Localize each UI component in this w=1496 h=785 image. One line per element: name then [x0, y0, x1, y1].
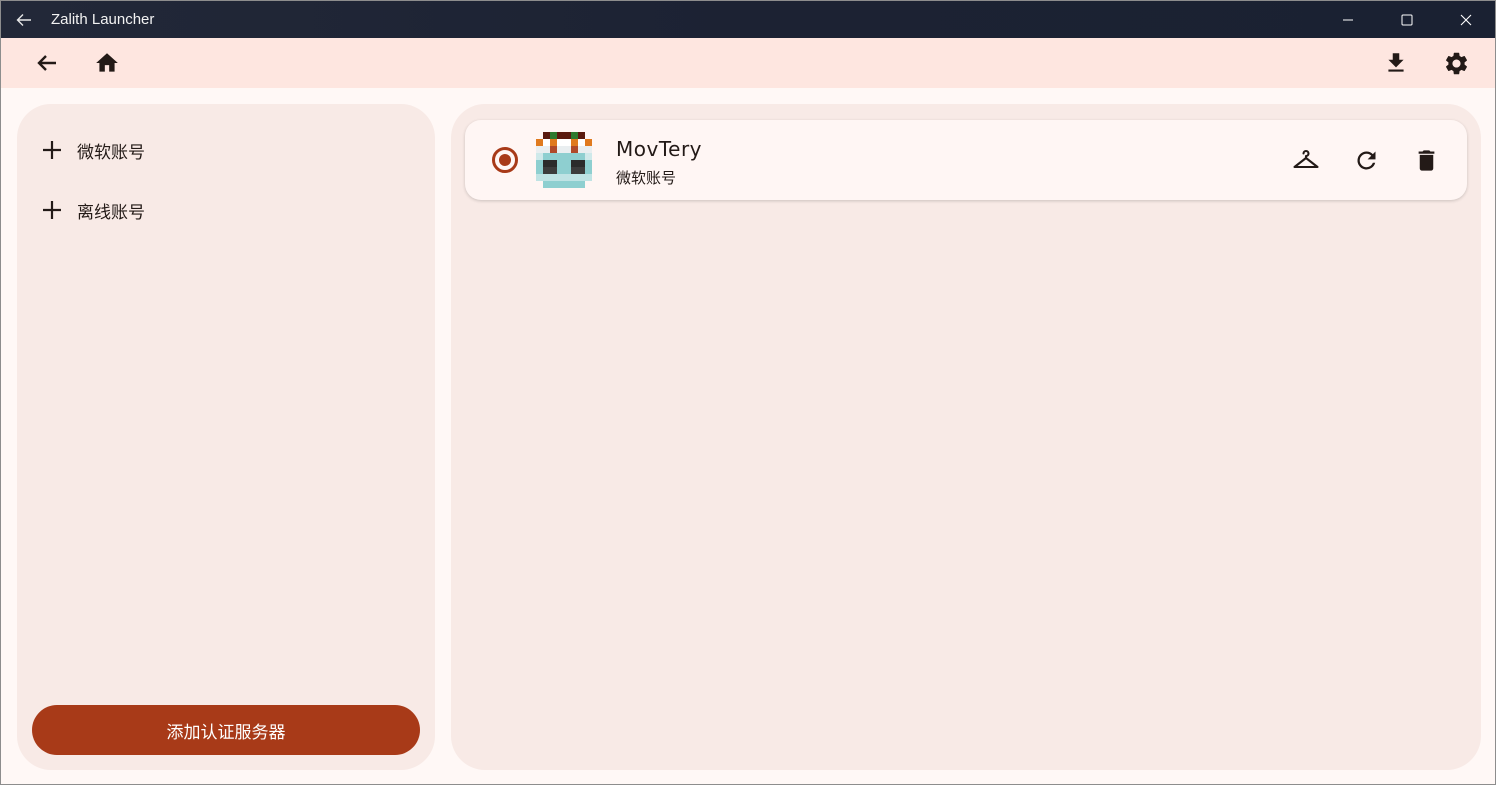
home-icon	[96, 53, 118, 72]
account-select-radio[interactable]	[492, 147, 518, 173]
nav-back-button[interactable]	[23, 38, 71, 88]
add-offline-account-label: 离线账号	[77, 202, 145, 223]
maximize-icon	[1401, 14, 1412, 25]
refresh-icon	[1356, 150, 1375, 169]
account-type: 微软账号	[616, 169, 677, 187]
download-button[interactable]	[1372, 38, 1420, 88]
maximize-button[interactable]	[1377, 1, 1436, 38]
add-offline-account-button[interactable]: 离线账号	[41, 195, 145, 225]
title-bar: Zalith Launcher	[1, 1, 1495, 38]
window-title: Zalith Launcher	[51, 11, 155, 28]
close-icon	[1460, 14, 1471, 25]
avatar	[536, 132, 592, 188]
delete-account-button[interactable]	[1406, 140, 1446, 180]
home-button[interactable]	[83, 38, 131, 88]
account-type-panel: 微软账号 离线账号 添加认证服务器	[17, 104, 435, 770]
plus-icon	[43, 141, 61, 159]
minimize-button[interactable]	[1318, 1, 1377, 38]
account-list-panel: MovTery 微软账号	[451, 104, 1481, 770]
minimize-icon	[1342, 19, 1353, 20]
window-controls	[1318, 1, 1495, 38]
close-button[interactable]	[1436, 1, 1495, 38]
gear-icon	[1445, 52, 1467, 74]
plus-icon	[43, 201, 61, 219]
settings-button[interactable]	[1432, 38, 1480, 88]
refresh-account-button[interactable]	[1346, 140, 1386, 180]
app-window: Zalith Launcher 微软账号 离线账号 添加认证服务器 MovTer…	[0, 0, 1496, 785]
download-icon	[1388, 53, 1404, 72]
arrow-left-icon	[37, 55, 56, 71]
account-name: MovTery	[616, 137, 703, 161]
account-card[interactable]: MovTery 微软账号	[465, 120, 1467, 200]
arrow-left-icon	[16, 13, 31, 26]
titlebar-back-button[interactable]	[1, 1, 47, 38]
change-skin-button[interactable]	[1286, 140, 1326, 180]
add-auth-server-button[interactable]: 添加认证服务器	[32, 705, 420, 755]
top-app-bar	[1, 38, 1495, 88]
hanger-icon	[1293, 149, 1319, 169]
trash-icon	[1418, 149, 1434, 171]
add-microsoft-account-button[interactable]: 微软账号	[41, 135, 145, 165]
add-auth-server-label: 添加认证服务器	[166, 722, 286, 743]
add-microsoft-account-label: 微软账号	[77, 142, 145, 163]
